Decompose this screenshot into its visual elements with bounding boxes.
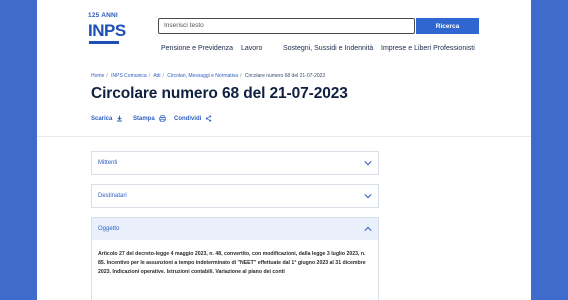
breadcrumb-home[interactable]: Home — [91, 73, 104, 79]
breadcrumb-separator: / — [240, 73, 242, 79]
breadcrumb: Home / INPS Comunica / Atti / Circolari, Me… — [91, 73, 325, 79]
download-icon — [117, 115, 123, 122]
chevron-down-icon — [364, 194, 372, 199]
breadcrumb-separator: / — [106, 73, 108, 79]
accordion-mittenti[interactable]: Mittenti — [91, 151, 379, 175]
share-label: Condividi — [174, 115, 202, 122]
accordion-destinatari[interactable]: Destinatari — [91, 184, 379, 208]
accordion-header[interactable]: Mittenti — [92, 152, 378, 174]
breadcrumb-circolari[interactable]: Circolari, Messaggi e Normativa — [167, 73, 238, 79]
search-input[interactable]: Inserisci testo — [158, 18, 415, 34]
chevron-up-icon — [364, 226, 372, 231]
download-button[interactable]: Scarica — [91, 115, 123, 122]
nav-item-imprese[interactable]: Imprese e Liberi Professionisti — [381, 45, 475, 52]
accordion-label: Destinatari — [98, 193, 127, 199]
inps-logo[interactable]: 125 ANNI INPS — [88, 12, 126, 54]
nav-item-lavoro[interactable]: Lavoro — [241, 45, 262, 52]
chevron-down-icon — [364, 161, 372, 166]
breadcrumb-separator: / — [162, 73, 164, 79]
share-button[interactable]: Condividi — [174, 115, 212, 122]
share-icon — [206, 115, 212, 122]
breadcrumb-current: Circolare numero 68 del 21-07-2023 — [244, 73, 326, 79]
logo-anniversary-text: 125 ANNI — [88, 12, 118, 19]
accordion-label: Mittenti — [98, 160, 118, 166]
print-icon — [159, 115, 166, 122]
download-label: Scarica — [91, 115, 113, 122]
breadcrumb-inps-comunica[interactable]: INPS Comunica — [111, 73, 147, 79]
breadcrumb-atti[interactable]: Atti — [153, 73, 160, 79]
accordion-oggetto[interactable]: Oggetto Articolo 27 del decreto-legge 4 … — [91, 217, 379, 300]
breadcrumb-separator: / — [148, 73, 151, 79]
nav-item-sostegni[interactable]: Sostegni, Sussidi e Indennità — [283, 45, 373, 52]
logo-underline — [89, 41, 119, 44]
print-label: Stampa — [133, 115, 155, 122]
logo-brand-text: INPS — [88, 21, 126, 40]
search-button[interactable]: Ricerca — [416, 18, 479, 34]
search-placeholder: Inserisci testo — [164, 22, 204, 29]
page-title: Circolare numero 68 del 21-07-2023 — [91, 85, 348, 102]
accordion-header[interactable]: Oggetto — [92, 218, 378, 240]
page: 125 ANNI INPS Inserisci testo Ricerca Pe… — [37, 0, 531, 300]
section-divider — [37, 136, 531, 137]
print-button[interactable]: Stampa — [133, 115, 166, 122]
accordion-body-text: Articolo 27 del decreto-legge 4 maggio 2… — [98, 251, 366, 275]
nav-item-pensione[interactable]: Pensione e Previdenza — [161, 45, 233, 52]
accordion-header[interactable]: Destinatari — [92, 185, 378, 207]
accordion-label: Oggetto — [98, 226, 120, 232]
